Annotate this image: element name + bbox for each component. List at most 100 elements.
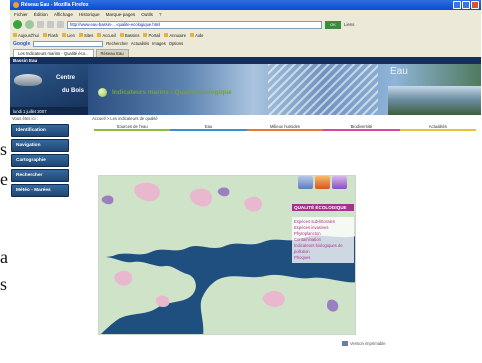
bookmark-icon [42, 32, 47, 37]
menu-file[interactable]: Fichier [14, 12, 28, 17]
boat-icon [14, 74, 42, 86]
stop-button[interactable] [47, 21, 54, 28]
breadcrumb: Accueil > Les indicateurs de qualité [90, 115, 481, 121]
banner-texture [268, 64, 378, 115]
bookmark-icon [13, 32, 17, 37]
sidebar-item-meteo[interactable]: Météo - Marées [11, 184, 69, 197]
home-button[interactable] [57, 21, 64, 28]
address-bar[interactable]: http://www.eau-bassin-...-qualite-ecolog… [67, 20, 322, 29]
banner-word: Eau [390, 66, 408, 77]
tab-eau[interactable]: Eau [170, 124, 247, 131]
window-title: Réseau Eau - Mozilla Firefox [21, 2, 89, 8]
bookmark-icon [119, 32, 124, 37]
legend-title[interactable]: QUALITÉ ÉCOLOGIQUE [292, 204, 354, 211]
menu-bookmarks[interactable]: Marque-pages [106, 12, 136, 17]
page-heading: Indicateurs marins - Qualité écologique [98, 88, 232, 97]
tab-reseau-eau[interactable]: Réseau Eau [95, 49, 129, 57]
tab-milieux[interactable]: Milieux humides [246, 124, 324, 131]
sidebar-item-navigation[interactable]: Navigation [11, 139, 69, 152]
tab-indicateurs[interactable]: Les Indicateurs marins - Qualité éco... [13, 49, 94, 57]
legend-items: Espèces sub-littorales Espèces invasives… [292, 217, 354, 263]
site-header: Bassin Eau Centre du Bois lundi 1 juille… [10, 57, 481, 115]
google-tool-options[interactable]: Options [169, 41, 183, 46]
document-letter: e [0, 169, 8, 189]
printer-icon [342, 341, 348, 346]
bookmark-item[interactable]: Bassins [119, 32, 139, 38]
maximize-button[interactable] [462, 1, 470, 9]
banner-lake-photo [388, 86, 481, 115]
address-text: http://www.eau-bassin-...-qualite-ecolog… [70, 22, 161, 27]
sidebar-item-rechercher[interactable]: Rechercher [11, 169, 69, 182]
reload-button[interactable] [37, 21, 44, 28]
legend-item[interactable]: Indicateurs biologiques de pollution [294, 243, 352, 255]
legend-item[interactable]: Phoques [294, 255, 352, 261]
layers-tool-icon[interactable] [315, 176, 330, 189]
menu-history[interactable]: Historique [79, 12, 100, 17]
bookmark-item[interactable]: Portail [143, 32, 160, 38]
menu-bar: Fichier Édition Affichage Historique Mar… [10, 10, 481, 18]
title-bar: Réseau Eau - Mozilla Firefox [10, 0, 481, 10]
site-logo[interactable]: Centre du Bois [10, 64, 88, 107]
google-tool-news[interactable]: Actualités [131, 41, 149, 46]
sidebar-item-cartographie[interactable]: Cartographie [11, 154, 69, 167]
menu-tools[interactable]: Outils [141, 12, 153, 17]
bookmark-item[interactable]: Lien [62, 32, 75, 38]
browser-window: Réseau Eau - Mozilla Firefox Fichier Édi… [10, 0, 481, 363]
map-tools [298, 176, 347, 189]
green-bullet-icon [98, 88, 107, 97]
page-title: Indicateurs marins - Qualité écologique [112, 89, 232, 96]
location-label: Vous êtes ici : [12, 116, 38, 121]
printable-version-link[interactable]: Version imprimable [342, 341, 386, 346]
google-logo: Google [13, 40, 31, 47]
bookmark-icon [190, 32, 195, 37]
breadcrumb-text[interactable]: Accueil > Les indicateurs de qualité [92, 116, 158, 121]
printable-version-label: Version imprimable [350, 341, 386, 346]
menu-help[interactable]: ? [159, 12, 162, 17]
bookmark-icon [79, 32, 83, 37]
site-name: Bassin Eau [13, 58, 38, 63]
menu-edit[interactable]: Édition [34, 12, 48, 17]
current-date: lundi 1 juillet 2007 [13, 108, 47, 114]
google-tool-images[interactable]: Images [152, 41, 166, 46]
print-tool-icon[interactable] [332, 176, 347, 189]
bookmark-icon [143, 32, 148, 37]
minimize-button[interactable] [453, 1, 461, 9]
bookmark-item[interactable]: Aujourd'hui [13, 32, 39, 38]
forward-button[interactable] [25, 20, 34, 29]
close-button[interactable] [471, 1, 479, 9]
bookmark-icon [164, 32, 169, 37]
bookmark-item[interactable]: Sites [79, 32, 93, 38]
tab-actualites[interactable]: Actualités [399, 124, 477, 131]
bookmark-item[interactable]: Flash [42, 32, 58, 38]
bookmark-icon [62, 32, 67, 37]
google-search-input[interactable] [33, 40, 104, 47]
tab-biodiversite[interactable]: Biodiversité [323, 124, 400, 131]
navigation-toolbar: http://www.eau-bassin-...-qualite-ecolog… [10, 18, 481, 31]
document-letter: a [0, 247, 8, 267]
links-label: Liens [344, 22, 355, 27]
zoom-tool-icon[interactable] [298, 176, 313, 189]
back-button[interactable] [13, 20, 22, 29]
bookmark-icon [97, 32, 102, 37]
bookmark-item[interactable]: Aide [190, 32, 204, 38]
logo-title-line2: du Bois [62, 88, 84, 94]
sidebar-item-identification[interactable]: Identification [11, 124, 69, 137]
section-tabs: Sources de l'eau Eau Milieux humides Bio… [94, 124, 477, 131]
document-letter: s [0, 274, 8, 294]
google-search-button[interactable]: Rechercher [106, 41, 128, 46]
tab-sources[interactable]: Sources de l'eau [94, 124, 171, 131]
site-sidebar: Vous êtes ici : Identification Navigatio… [10, 115, 90, 363]
tab-bar: Les Indicateurs marins - Qualité éco... … [10, 48, 481, 57]
go-button[interactable]: OK [325, 20, 341, 29]
logo-title-line1: Centre [56, 75, 76, 81]
logo-strip: Bassin Eau [10, 57, 481, 64]
document-letter: s [0, 139, 8, 159]
bookmarks-toolbar: Aujourd'hui Flash Lien Sites Accueil Bas… [10, 31, 481, 39]
map-legend: QUALITÉ ÉCOLOGIQUE Espèces sub-littorale… [292, 204, 354, 263]
menu-view[interactable]: Affichage [54, 12, 73, 17]
google-toolbar: Google Rechercher Actualités Images Opti… [10, 39, 481, 48]
bookmark-item[interactable]: Accueil [97, 32, 116, 38]
bookmark-item[interactable]: Annuaire [164, 32, 186, 38]
date-bar: lundi 1 juillet 2007 [10, 107, 88, 115]
firefox-icon [13, 2, 19, 8]
